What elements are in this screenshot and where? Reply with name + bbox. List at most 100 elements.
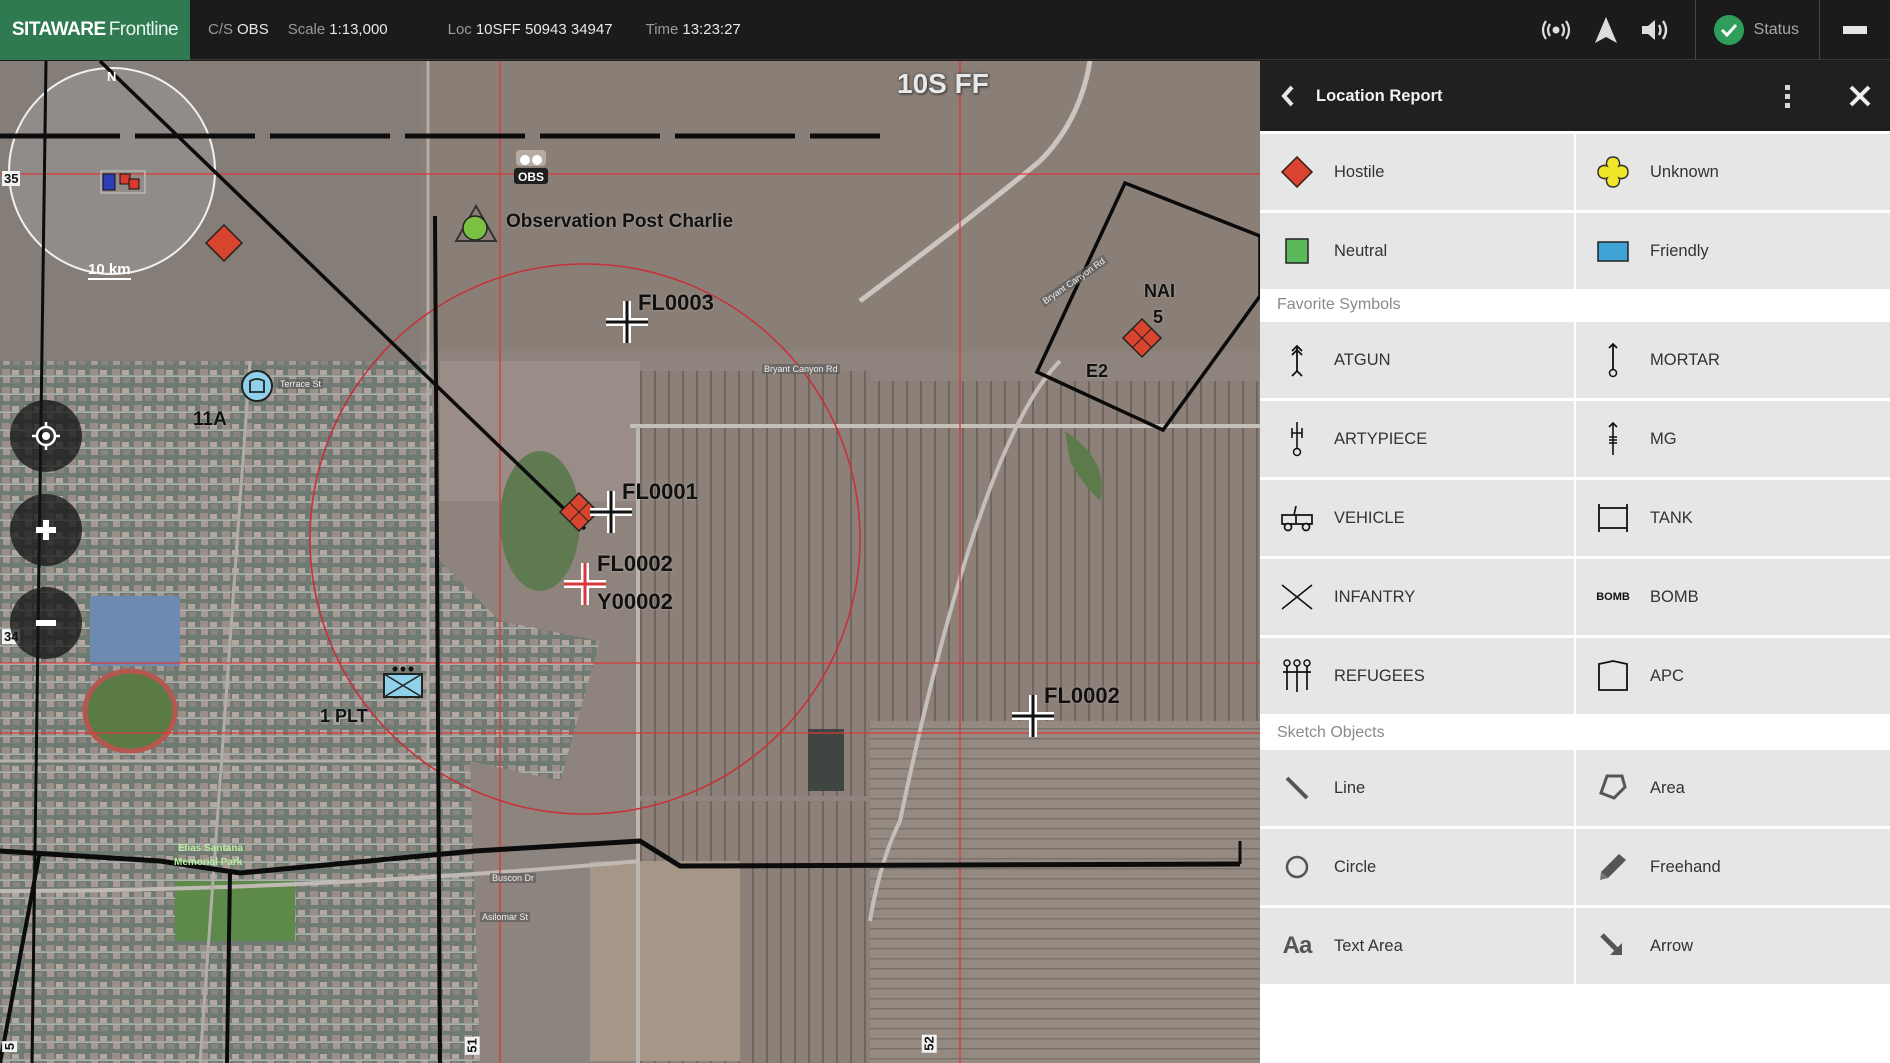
sketch-line[interactable]: Line (1260, 750, 1574, 826)
map-canvas[interactable]: N 10 km 10S FF 35 34 5 51 52 OBS Observa… (0, 61, 1260, 1063)
broadcast-icon[interactable] (1531, 0, 1581, 60)
refugees-icon (1283, 659, 1311, 692)
grid-number-label: 52 (921, 1034, 937, 1053)
scale-field: Scale 1:13,000 (288, 21, 388, 38)
check-icon (1713, 15, 1744, 45)
symbol-infantry[interactable]: INFANTRY (1260, 559, 1574, 635)
chevron-left-icon (1281, 85, 1294, 107)
symbol-artypiece[interactable]: ARTYPIECE (1260, 401, 1574, 477)
grid-zone-label: 10S FF (897, 68, 989, 99)
zoom-in-button[interactable] (10, 494, 82, 566)
unit-11a-label: 11A (193, 409, 227, 430)
affiliation-label: Friendly (1650, 241, 1709, 260)
grid-number-label: 35 (2, 171, 21, 186)
sketch-arrow[interactable]: Arrow (1576, 908, 1890, 984)
symbol-label: TANK (1650, 508, 1693, 527)
navigation-arrow-icon[interactable] (1581, 0, 1631, 60)
apc-icon (1598, 660, 1628, 691)
back-button[interactable] (1260, 61, 1316, 131)
symbol-bomb[interactable]: BOMB BOMB (1576, 559, 1890, 635)
grid-number-label: 51 (464, 1036, 480, 1055)
area-icon (1599, 774, 1627, 800)
symbol-vehicle[interactable]: VEHICLE (1260, 480, 1574, 556)
brand-product: Frontline (108, 18, 179, 40)
plus-icon (36, 520, 56, 540)
affiliation-label: Unknown (1650, 162, 1719, 181)
artypiece-icon (1291, 422, 1303, 457)
symbol-tank[interactable]: TANK (1576, 480, 1890, 556)
friendly-unit-marker[interactable] (240, 369, 274, 403)
brand-name: SITAWARE (11, 18, 106, 40)
mortar-icon (1608, 342, 1618, 378)
observation-post-icon[interactable] (454, 204, 498, 244)
hostile-unit-marker[interactable] (1120, 317, 1164, 361)
symbol-label: INFANTRY (1334, 587, 1416, 606)
sketch-label: Circle (1334, 857, 1377, 876)
road-label: Terrace St (278, 379, 324, 389)
symbol-mg[interactable]: MG (1576, 401, 1890, 477)
symbol-refugees[interactable]: REFUGEES (1260, 638, 1574, 714)
road-label: Asilomar St (480, 912, 531, 922)
hostile-unit-marker[interactable] (204, 223, 244, 263)
symbol-atgun[interactable]: ATGUN (1260, 322, 1574, 398)
mg-icon (1608, 421, 1618, 455)
zoom-out-button[interactable] (10, 587, 82, 659)
sketch-circle[interactable]: Circle (1260, 829, 1574, 905)
affiliation-grid: Hostile Unknown Neutral Friendly (1260, 131, 1890, 289)
neutral-square-icon (1285, 238, 1309, 264)
obs-badge-label: OBS (518, 170, 545, 184)
symbol-apc[interactable]: APC (1576, 638, 1890, 714)
locate-button[interactable] (10, 400, 82, 472)
time-value: 13:23:27 (682, 21, 741, 38)
sketch-freehand[interactable]: Freehand (1576, 829, 1890, 905)
unknown-quatrefoil-icon (1597, 156, 1629, 188)
close-button[interactable] (1840, 76, 1880, 116)
affiliation-unknown[interactable]: Unknown (1576, 134, 1890, 210)
line-icon (1285, 776, 1309, 800)
scale-value: 1:13,000 (329, 21, 388, 38)
affiliation-neutral[interactable]: Neutral (1260, 213, 1574, 289)
more-options-button[interactable] (1772, 78, 1802, 114)
grid-number-label: 5 (2, 1040, 18, 1053)
callsign-value: OBS (237, 21, 269, 38)
volume-icon[interactable] (1631, 0, 1681, 60)
overview-scale-label: 10 km (88, 261, 131, 280)
affiliation-hostile[interactable]: Hostile (1260, 134, 1574, 210)
symbol-mortar[interactable]: MORTAR (1576, 322, 1890, 398)
text-icon: Aa (1282, 932, 1313, 959)
callsign-field: C/S OBS (208, 21, 269, 38)
friendly-infantry-marker[interactable] (382, 665, 424, 699)
favorite-symbols-grid: ATGUN MORTAR ARTYPIECE MG VEHICLE TANK I… (1260, 322, 1890, 714)
fl0002-label: FL0002 (597, 551, 673, 576)
symbol-label: ATGUN (1334, 350, 1391, 369)
y00002-label: Y00002 (597, 589, 673, 614)
sketch-area[interactable]: Area (1576, 750, 1890, 826)
location-value: 10SFF 50943 34947 (475, 21, 613, 38)
sketch-label: Area (1650, 778, 1685, 797)
symbol-label: ARTYPIECE (1334, 429, 1428, 448)
symbol-label: APC (1650, 666, 1684, 685)
time-label: Time (645, 21, 679, 38)
sketch-label: Text Area (1334, 936, 1403, 955)
infantry-icon (1281, 584, 1313, 610)
panel-header: Location Report (1260, 61, 1890, 131)
panel-title: Location Report (1316, 86, 1443, 105)
symbol-label: MG (1650, 429, 1677, 448)
arrow-icon (1600, 933, 1622, 955)
e2-label: E2 (1086, 361, 1109, 381)
location-report-panel: Location Report Hostile Unknown Neutral … (1260, 61, 1890, 1063)
friendly-rectangle-icon (1597, 241, 1629, 262)
close-icon (1849, 85, 1871, 107)
status-label: Status (1753, 21, 1799, 38)
affiliation-friendly[interactable]: Friendly (1576, 213, 1890, 289)
time-field: Time 13:23:27 (646, 21, 741, 38)
minimize-button[interactable] (1820, 0, 1890, 60)
hostile-diamond-icon (1280, 155, 1314, 189)
fl0002-label: FL0002 (1044, 683, 1120, 708)
park-label: Elias Santana (178, 843, 244, 854)
sketch-text-area[interactable]: Aa Text Area (1260, 908, 1574, 984)
status-button[interactable]: Status (1696, 0, 1819, 60)
overview-unit-markers (100, 170, 146, 194)
minus-icon (36, 620, 56, 626)
symbol-label: MORTAR (1650, 350, 1720, 369)
